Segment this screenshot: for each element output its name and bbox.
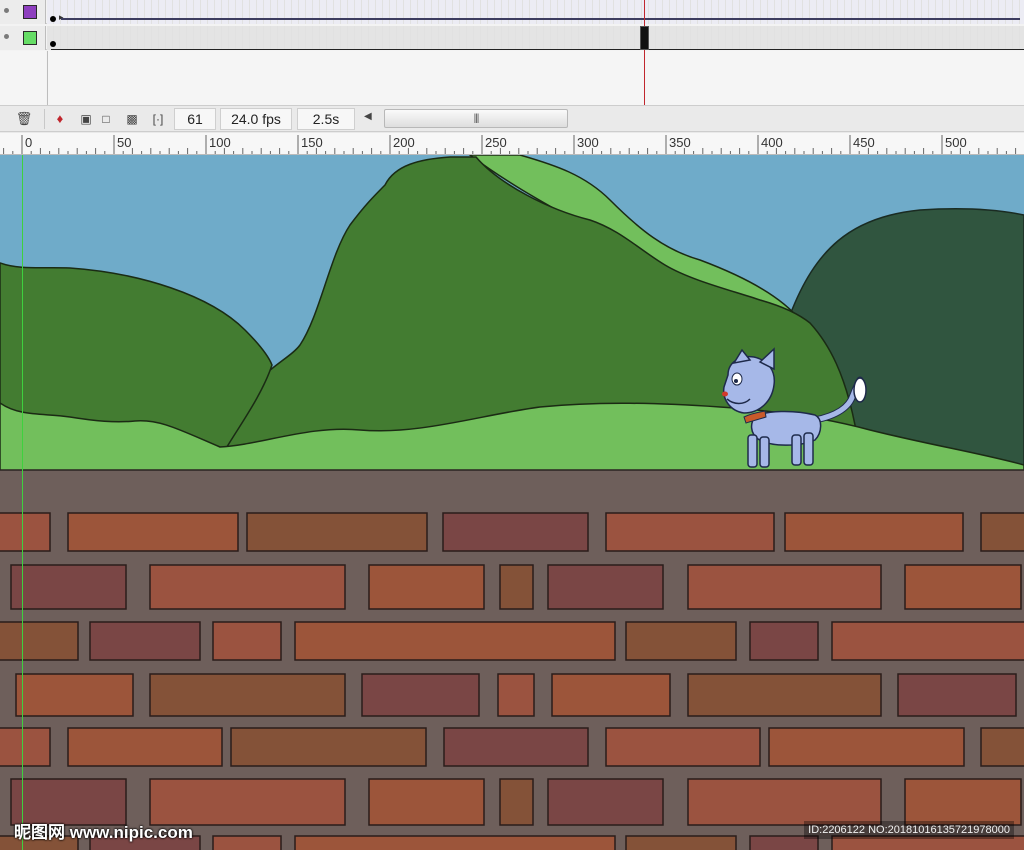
brick <box>749 621 819 661</box>
brick <box>0 621 79 661</box>
onion-skin-outlines-icon[interactable]: □ <box>96 109 116 129</box>
scroll-left-arrow-icon[interactable]: ◀ <box>364 111 372 122</box>
brick <box>547 564 664 610</box>
site-watermark: 昵图网 www.nipic.com <box>14 823 193 842</box>
brick <box>784 512 964 552</box>
ruler-label: 300 <box>577 135 599 150</box>
frame-span-line <box>51 49 1024 50</box>
layer-header[interactable] <box>0 0 46 24</box>
timeline-layer-row[interactable]: ▸ <box>0 0 1024 24</box>
visibility-dot-icon[interactable] <box>4 8 9 13</box>
stage-canvas[interactable] <box>0 155 1024 850</box>
brick <box>294 621 616 661</box>
brick <box>904 778 1022 826</box>
delete-layer-trash-icon[interactable]: 🗑 <box>14 109 34 129</box>
brick <box>67 512 239 552</box>
brick <box>89 621 201 661</box>
layer-list-empty-area <box>0 51 46 105</box>
brick <box>625 621 737 661</box>
ruler-label: 350 <box>669 135 691 150</box>
brick <box>687 564 882 610</box>
brick <box>212 835 282 850</box>
ruler-label: 200 <box>393 135 415 150</box>
brick <box>605 512 775 552</box>
timeline-empty-area <box>47 51 1024 105</box>
elapsed-time-field: 2.5s <box>297 108 355 130</box>
layer-color-swatch[interactable] <box>23 31 37 45</box>
brick <box>294 835 616 850</box>
brick <box>497 673 535 717</box>
onion-skin-icon[interactable]: ▣ <box>76 109 96 129</box>
modify-onion-markers-icon[interactable]: [·] <box>148 109 168 129</box>
keyframe-dot[interactable] <box>50 16 56 22</box>
brick <box>547 778 664 826</box>
frame-rate-field[interactable]: 24.0 fps <box>220 108 292 130</box>
brick <box>687 673 882 717</box>
brick <box>368 564 485 610</box>
brick <box>443 727 589 767</box>
ruler-label: 0 <box>25 135 32 150</box>
brick <box>230 727 427 767</box>
brick <box>499 564 534 610</box>
center-frame-icon[interactable]: ♦ <box>50 109 70 129</box>
ruler-label: 100 <box>209 135 231 150</box>
divider <box>44 109 45 129</box>
brick <box>0 512 51 552</box>
layer-header[interactable] <box>0 26 46 50</box>
horizontal-ruler: 0 50 100 150 200 250 300 350 400 450 500 <box>0 133 1024 155</box>
brick <box>212 621 282 661</box>
image-id-watermark: ID:2206122 NO:20181016135721978000 <box>804 821 1014 839</box>
edit-multiple-frames-icon[interactable]: ▩ <box>122 109 142 129</box>
ruler-label: 450 <box>853 135 875 150</box>
layer-frames[interactable] <box>47 26 1024 50</box>
brick <box>67 727 223 767</box>
timeline-layer-row[interactable] <box>0 26 1024 50</box>
playhead-line[interactable] <box>644 0 645 105</box>
ruler-label: 50 <box>117 135 131 150</box>
brick <box>442 512 589 552</box>
ruler-label: 150 <box>301 135 323 150</box>
ruler-label: 250 <box>485 135 507 150</box>
brick <box>361 673 480 717</box>
brick <box>904 564 1022 610</box>
brick <box>897 673 1017 717</box>
ruler-label: 400 <box>761 135 783 150</box>
brick <box>10 564 127 610</box>
brick <box>768 727 965 767</box>
brick <box>499 778 534 826</box>
playhead-current-frame[interactable] <box>640 26 649 50</box>
brick <box>980 512 1024 552</box>
timeline-status-bar: 🗑 ♦ ▣ □ ▩ [·] 61 24.0 fps 2.5s ◀ ||| <box>0 105 1024 132</box>
layer-color-swatch[interactable] <box>23 5 37 19</box>
brick <box>149 564 346 610</box>
brick <box>980 727 1024 767</box>
brick <box>246 512 428 552</box>
brick <box>625 835 737 850</box>
brick <box>15 673 134 717</box>
brick <box>149 673 346 717</box>
brick <box>368 778 485 826</box>
vertical-guide-line[interactable] <box>22 155 23 850</box>
ruler-label: 500 <box>945 135 967 150</box>
current-frame-field[interactable]: 61 <box>174 108 216 130</box>
horizontal-scrollbar-thumb[interactable]: ||| <box>384 109 568 128</box>
keyframe-dot[interactable] <box>50 41 56 47</box>
brick <box>0 727 51 767</box>
layer-frames[interactable]: ▸ <box>47 0 1024 24</box>
brick <box>831 621 1024 661</box>
visibility-dot-icon[interactable] <box>4 34 9 39</box>
brick <box>551 673 671 717</box>
motion-tween-line <box>61 18 1020 20</box>
brick <box>605 727 761 767</box>
brick <box>687 778 882 826</box>
